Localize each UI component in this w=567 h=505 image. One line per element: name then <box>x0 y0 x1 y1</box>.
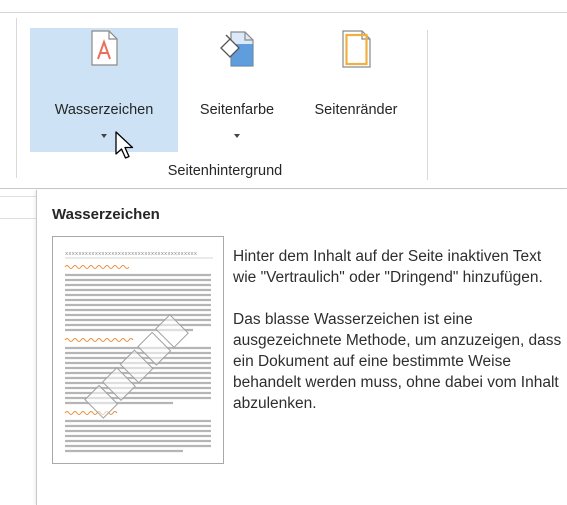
group-separator <box>427 30 428 180</box>
page-color-button-label: Seitenfarbe <box>199 102 275 118</box>
watermark-preview-image: xxxxxxxxxxxxxxxxxxxxxxxxxxxxxxxxxxxxxxxx <box>52 236 224 464</box>
watermark-tooltip: Wasserzeichen xxxxxxxxxxxxxxxxxxxxxxxxxx… <box>36 190 567 505</box>
page-color-bucket-icon <box>217 30 257 73</box>
chevron-down-icon <box>101 134 107 138</box>
tooltip-paragraph: Das blasse Wasserzeichen ist eine ausgez… <box>233 311 562 412</box>
document-ruler-line <box>0 218 36 219</box>
svg-text:xxxxxxxxxxxxxxxxxxxxxxxxxxxxxx: xxxxxxxxxxxxxxxxxxxxxxxxxxxxxxxxxxxxxxxx <box>65 250 198 257</box>
page-borders-button[interactable]: Seitenränder <box>293 28 419 152</box>
watermark-button-label: Wasserzeichen <box>54 102 154 118</box>
document-ruler-line <box>0 196 36 197</box>
tooltip-paragraph: Hinter dem Inhalt auf der Seite inaktive… <box>233 248 543 286</box>
page-borders-icon <box>340 30 372 73</box>
chevron-down-icon <box>234 134 240 138</box>
group-label-page-background: Seitenhintergrund <box>167 163 283 179</box>
ribbon-top-border <box>0 12 567 13</box>
ribbon-bottom-border <box>0 188 567 189</box>
page-color-button[interactable]: Seitenfarbe <box>181 28 293 152</box>
group-separator <box>16 18 17 178</box>
page-borders-button-label: Seitenränder <box>314 102 398 118</box>
watermark-button[interactable]: Wasserzeichen <box>30 28 178 152</box>
ribbon-design-tab: Wasserzeichen Seitenfarbe Seitenränder S… <box>0 0 567 190</box>
watermark-page-icon <box>89 30 119 71</box>
tooltip-description: Hinter dem Inhalt auf der Seite inaktive… <box>233 246 563 435</box>
tooltip-title: Wasserzeichen <box>52 206 160 223</box>
mouse-pointer-icon <box>114 130 136 167</box>
